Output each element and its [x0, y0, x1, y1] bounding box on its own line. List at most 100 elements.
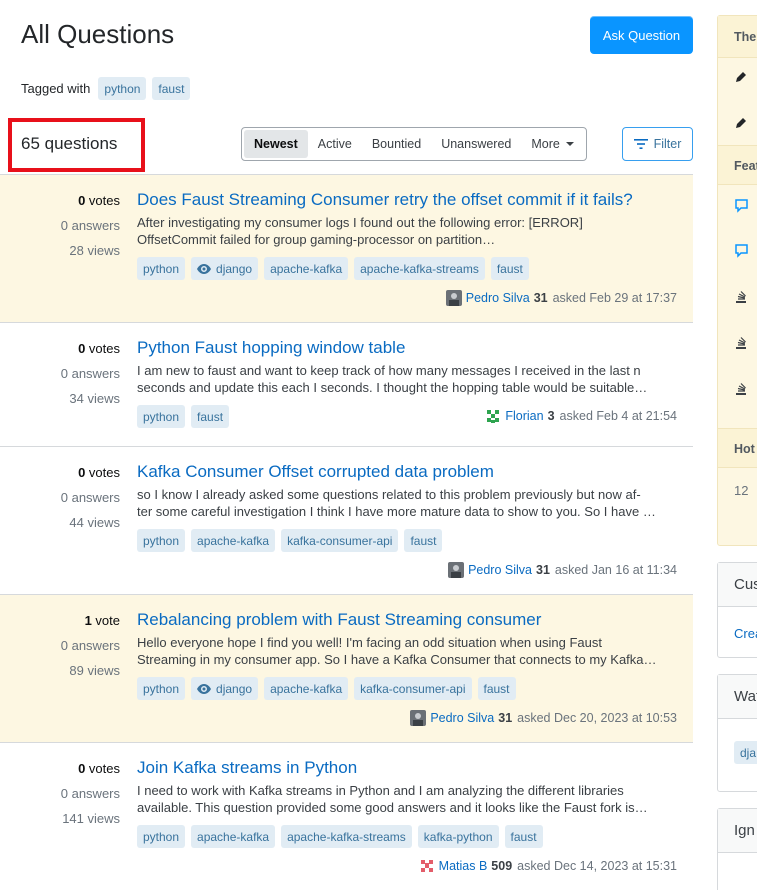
stack-overflow-icon — [736, 291, 746, 303]
question-excerpt: Hello everyone hope I find you well! I'm… — [137, 635, 657, 667]
caret-down-icon — [565, 142, 574, 146]
ask-question-button[interactable]: Ask Question — [590, 16, 693, 54]
tag-python[interactable]: python — [137, 825, 186, 848]
tag-python[interactable]: python — [98, 77, 147, 100]
question-summary: 0 votes 0 answers 141 views Join Kafka s… — [0, 743, 693, 890]
reputation: 31 — [533, 291, 548, 305]
tag-faust[interactable]: faust — [504, 825, 543, 848]
avatar[interactable] — [418, 858, 435, 874]
avatar[interactable] — [448, 562, 465, 578]
question-title[interactable]: Does Faust Streaming Consumer retry the … — [137, 190, 633, 210]
tag-faust[interactable]: faust — [490, 257, 529, 280]
question-excerpt: After investigating my consumer logs I f… — [137, 215, 583, 247]
pencil-icon — [736, 118, 746, 128]
asked-time[interactable]: asked Jan 16 at 11:34 — [555, 563, 677, 577]
question-stats: 1 vote 0 answers 89 views — [0, 608, 120, 683]
question-summary: 0 votes 0 answers 34 views Python Faust … — [0, 323, 693, 447]
question-stats: 0 votes 0 answers 44 views — [0, 460, 120, 535]
tab-bountied[interactable]: Bountied — [362, 130, 431, 158]
tag-django[interactable]: django — [191, 677, 259, 700]
view-count: 89 views — [69, 663, 120, 678]
tag-faust[interactable]: faust — [404, 529, 443, 552]
tab-more[interactable]: More — [521, 130, 583, 158]
tab-active[interactable]: Active — [308, 130, 362, 158]
answer-count: 0 answers — [60, 786, 120, 801]
tag-apache-kafka[interactable]: apache-kafka — [191, 825, 276, 848]
tagged-with-row: Tagged with python faust — [21, 77, 196, 100]
tag-kafka-consumer-api[interactable]: kafka-consumer-api — [354, 677, 472, 700]
tag-apache-kafka[interactable]: apache-kafka — [264, 677, 349, 700]
question-title[interactable]: Join Kafka streams in Python — [137, 758, 357, 778]
question-summary: 0 votes 0 answers 28 views Does Faust St… — [0, 175, 693, 323]
eye-icon — [197, 683, 212, 694]
tag-faust[interactable]: faust — [152, 77, 191, 100]
user-link[interactable]: Pedro Silva — [430, 711, 494, 725]
question-meta: Florian 3 asked Feb 4 at 21:54 — [485, 408, 677, 424]
hot-meta-header: Hot — [718, 428, 757, 468]
user-link[interactable]: Pedro Silva — [466, 291, 530, 305]
tab-unanswered[interactable]: Unanswered — [431, 130, 521, 158]
answer-count: 0 answers — [60, 366, 120, 381]
tab-more-label: More — [531, 137, 560, 151]
asked-time[interactable]: asked Feb 4 at 21:54 — [560, 409, 677, 423]
question-excerpt: I need to work with Kafka streams in Pyt… — [137, 783, 648, 815]
question-excerpt: so I know I already asked some questions… — [137, 487, 656, 519]
question-count: 65 questions — [21, 134, 118, 153]
tab-newest[interactable]: Newest — [244, 130, 308, 158]
question-summary: 1 vote 0 answers 89 views Rebalancing pr… — [0, 595, 693, 743]
reputation: 509 — [491, 859, 513, 873]
page-title: All Questions — [21, 19, 175, 49]
tag-kafka-python[interactable]: kafka-python — [417, 825, 499, 848]
chat-bubble-icon — [735, 199, 748, 213]
tag-apache-kafka-streams[interactable]: apache-kafka-streams — [354, 257, 485, 280]
tag-apache-kafka[interactable]: apache-kafka — [264, 257, 349, 280]
asked-time[interactable]: asked Dec 20, 2023 at 10:53 — [517, 711, 677, 725]
reputation: 31 — [536, 563, 550, 577]
question-tags: python apache-kafka kafka-consumer-api f… — [137, 529, 448, 552]
asked-time[interactable]: asked Dec 14, 2023 at 15:31 — [517, 859, 677, 873]
answer-count: 0 answers — [60, 638, 120, 653]
question-tags: python django apache-kafka apache-kafka-… — [137, 257, 535, 280]
blog-header: The — [718, 16, 757, 58]
question-title[interactable]: Kafka Consumer Offset corrupted data pro… — [137, 462, 494, 482]
vote-count: 1 vote — [84, 613, 120, 628]
view-count: 141 views — [62, 811, 120, 826]
tag-django[interactable]: dja — [734, 741, 757, 764]
tag-python[interactable]: python — [137, 677, 186, 700]
tag-python[interactable]: python — [137, 405, 186, 428]
avatar[interactable] — [445, 290, 462, 306]
filter-label: Filter — [653, 137, 682, 151]
tagged-with-label: Tagged with — [21, 81, 91, 96]
user-link[interactable]: Florian — [505, 409, 543, 423]
tag-python[interactable]: python — [137, 529, 186, 552]
user-link[interactable]: Pedro Silva — [468, 563, 532, 577]
custom-filters-widget: Cus Crea — [717, 562, 757, 658]
avatar[interactable] — [410, 710, 427, 726]
question-stats: 0 votes 0 answers 34 views — [0, 336, 120, 411]
tag-django[interactable]: django — [191, 257, 259, 280]
question-summary: 0 votes 0 answers 44 views Kafka Consume… — [0, 447, 693, 595]
tag-faust[interactable]: faust — [477, 677, 516, 700]
filter-button[interactable]: Filter — [622, 127, 693, 161]
watched-tags-header: Wat — [718, 675, 757, 719]
tag-kafka-consumer-api[interactable]: kafka-consumer-api — [281, 529, 399, 552]
question-list: 0 votes 0 answers 28 views Does Faust St… — [0, 174, 693, 890]
asked-time[interactable]: asked Feb 29 at 17:37 — [553, 291, 677, 305]
tag-apache-kafka[interactable]: apache-kafka — [191, 529, 276, 552]
question-title[interactable]: Rebalancing problem with Faust Streaming… — [137, 610, 541, 630]
tag-apache-kafka-streams[interactable]: apache-kafka-streams — [281, 825, 412, 848]
pencil-icon — [736, 72, 746, 82]
question-stats: 0 votes 0 answers 141 views — [0, 756, 120, 831]
reputation: 3 — [547, 409, 555, 423]
tag-faust[interactable]: faust — [191, 405, 230, 428]
create-filter-link[interactable]: Crea — [734, 626, 757, 641]
chat-bubble-icon — [735, 244, 748, 258]
user-link[interactable]: Matias B — [439, 859, 488, 873]
answer-count: 0 answers — [60, 218, 120, 233]
question-title[interactable]: Python Faust hopping window table — [137, 338, 405, 358]
avatar[interactable] — [485, 408, 502, 424]
reputation: 31 — [498, 711, 513, 725]
question-tags: python apache-kafka apache-kafka-streams… — [137, 825, 549, 848]
tag-python[interactable]: python — [137, 257, 186, 280]
question-meta: Pedro Silva 31 asked Feb 29 at 17:37 — [445, 290, 677, 306]
